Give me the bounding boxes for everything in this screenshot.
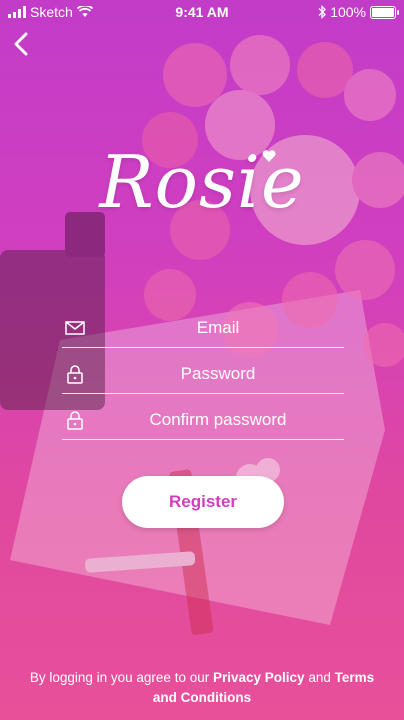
- mail-icon: [65, 321, 85, 335]
- battery-percent: 100%: [330, 4, 366, 20]
- confirm-password-field[interactable]: [62, 401, 344, 440]
- password-field[interactable]: [62, 355, 344, 394]
- register-button[interactable]: Register: [122, 476, 284, 528]
- legal-and: and: [308, 670, 331, 685]
- confirm-password-input[interactable]: [92, 405, 344, 435]
- legal-prefix: By logging in you agree to our: [29, 670, 210, 685]
- lock-icon: [67, 411, 83, 430]
- password-input[interactable]: [92, 359, 344, 389]
- legal-notice: By logging in you agree to our Privacy P…: [20, 668, 384, 708]
- lock-icon: [67, 365, 83, 384]
- register-screen: Sketch 9:41 AM 100% Rosie Email Register…: [0, 0, 404, 720]
- email-field[interactable]: [62, 309, 344, 348]
- privacy-policy-link[interactable]: Privacy Policy: [213, 670, 305, 685]
- back-chevron-icon[interactable]: [8, 30, 36, 58]
- battery-icon: [370, 5, 399, 19]
- status-bar: Sketch 9:41 AM 100%: [0, 0, 404, 24]
- heart-icon: [262, 150, 276, 162]
- brand-logo: Rosie: [99, 140, 305, 224]
- email-input[interactable]: [92, 313, 344, 343]
- bluetooth-icon: [318, 5, 327, 19]
